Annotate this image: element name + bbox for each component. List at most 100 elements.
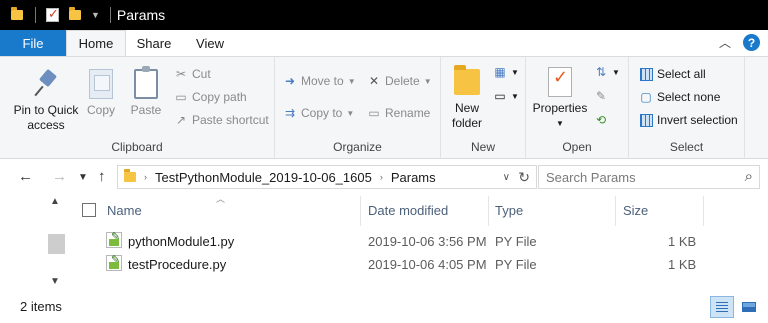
tab-file[interactable]: File	[0, 30, 66, 56]
forward-arrow-icon[interactable]: →	[52, 168, 67, 185]
file-row[interactable]: testProcedure.py 2019-10-06 4:05 PM PY F…	[72, 253, 768, 276]
paste-shortcut-icon: ↗	[175, 113, 187, 127]
file-size: 1 KB	[668, 234, 697, 249]
new-folder-label-2: folder	[451, 116, 483, 130]
file-name: pythonModule1.py	[128, 234, 235, 249]
python-file-icon	[106, 253, 122, 271]
breadcrumb-segment-parent[interactable]: TestPythonModule_2019-10-06_1605	[155, 170, 372, 185]
invert-selection-label: Invert selection	[657, 113, 738, 127]
select-none-button[interactable]: ▢ Select none	[639, 90, 720, 104]
move-to-dropdown-icon: ▼	[347, 76, 356, 86]
new-item-icon: ▦	[494, 65, 506, 79]
new-folder-label-1: New	[454, 101, 479, 115]
invert-selection-button[interactable]: Invert selection	[639, 113, 738, 127]
scroll-down-icon[interactable]: ▼	[50, 276, 60, 287]
history-button[interactable]: ⟲	[594, 113, 612, 127]
open-button[interactable]: ⇅ ▼	[594, 65, 620, 79]
file-date: 2019-10-06 3:56 PM	[368, 234, 487, 249]
customize-quick-access-icon[interactable]: ▼	[91, 10, 100, 20]
column-type[interactable]: Type	[495, 203, 523, 218]
copy-path-icon: ▭	[175, 90, 187, 104]
edit-button[interactable]: ✎	[594, 89, 612, 103]
open-group: Properties ▼ ⇅ ▼ ✎ ⟲ Open	[526, 57, 629, 159]
delete-label: Delete	[385, 74, 420, 88]
refresh-icon[interactable]: ↻	[518, 169, 530, 186]
column-date-modified[interactable]: Date modified	[368, 203, 448, 218]
invert-selection-icon	[639, 113, 653, 127]
copy-button[interactable]: Copy	[84, 69, 118, 118]
select-all-button[interactable]: Select all	[639, 67, 706, 81]
tab-view[interactable]: View	[182, 30, 238, 56]
properties-dropdown-icon: ▼	[556, 119, 564, 128]
properties-quick-icon[interactable]	[46, 6, 59, 22]
move-to-label: Move to	[301, 74, 344, 88]
select-group: Select all ▢ Select none Invert selectio…	[629, 57, 745, 159]
easy-access-button[interactable]: ▭ ▼	[493, 89, 519, 103]
copy-icon	[89, 69, 113, 99]
copy-path-button[interactable]: ▭ Copy path	[174, 90, 246, 104]
move-to-button[interactable]: ➜ Move to ▼	[283, 74, 356, 88]
new-folder-button[interactable]: New folder	[447, 65, 487, 131]
address-dropdown-icon[interactable]: ∨	[503, 172, 510, 183]
edit-icon: ✎	[595, 89, 607, 103]
breadcrumb-chevron-icon[interactable]: ›	[144, 172, 147, 182]
paste-button[interactable]: Paste	[128, 66, 164, 118]
copy-to-dropdown-icon: ▼	[346, 108, 355, 118]
select-group-label: Select	[669, 140, 704, 154]
select-none-icon: ▢	[640, 90, 652, 104]
file-row[interactable]: pythonModule1.py 2019-10-06 3:56 PM PY F…	[72, 230, 768, 253]
title-separator	[35, 7, 36, 23]
copy-label: Copy	[86, 103, 115, 117]
scroll-up-icon[interactable]: ▲	[50, 196, 60, 207]
search-input[interactable]: Search Params	[546, 170, 636, 185]
clipboard-group: Pin to Quick access Copy Paste ✂ Cut ▭ C…	[0, 57, 275, 159]
search-icon[interactable]: ⌕	[745, 168, 753, 185]
new-folder-quick-icon[interactable]	[69, 7, 81, 20]
column-name[interactable]: Name	[107, 203, 142, 218]
select-none-label: Select none	[657, 90, 721, 104]
properties-button[interactable]: Properties ▼	[532, 67, 588, 131]
copy-to-button[interactable]: ⇉ Copy to ▼	[283, 106, 354, 120]
file-size: 1 KB	[668, 257, 697, 272]
new-folder-icon	[454, 65, 480, 95]
address-bar[interactable]: › TestPythonModule_2019-10-06_1605 › Par…	[117, 165, 537, 189]
navigation-bar: ← → ▼ ↑ › TestPythonModule_2019-10-06_16…	[0, 160, 768, 196]
open-icon: ⇅	[595, 65, 607, 79]
pin-to-quick-access-button[interactable]: Pin to Quick access	[10, 69, 82, 133]
tab-home[interactable]: Home	[66, 30, 126, 56]
delete-button[interactable]: ✕ Delete ▼	[367, 74, 432, 88]
breadcrumb-chevron-icon[interactable]: ›	[380, 172, 383, 182]
column-divider[interactable]	[488, 196, 489, 226]
cut-label: Cut	[192, 67, 211, 81]
status-bar: 2 items	[0, 293, 768, 323]
title-bar: ▼ Params	[0, 0, 768, 30]
breadcrumb-segment-current[interactable]: Params	[391, 170, 436, 185]
paste-shortcut-button[interactable]: ↗ Paste shortcut	[174, 113, 269, 127]
up-arrow-icon[interactable]: ↑	[98, 168, 106, 185]
rename-button[interactable]: ▭ Rename	[367, 106, 430, 120]
new-group-label: New	[470, 140, 495, 154]
ribbon-tabs: File Home Share View ︿ ?	[0, 30, 768, 56]
help-icon[interactable]: ?	[743, 34, 760, 51]
back-arrow-icon[interactable]: ←	[18, 168, 33, 185]
new-item-button[interactable]: ▦ ▼	[493, 65, 519, 79]
select-all-checkbox[interactable]	[82, 203, 96, 217]
organize-group-label: Organize	[333, 140, 382, 154]
minimize-ribbon-icon[interactable]: ︿	[719, 34, 731, 51]
column-size[interactable]: Size	[623, 203, 648, 218]
details-view-icon[interactable]	[710, 296, 734, 318]
large-icons-view-icon[interactable]	[738, 296, 760, 318]
column-divider[interactable]	[360, 196, 361, 226]
file-name: testProcedure.py	[128, 257, 227, 272]
pin-label: Pin to Quick access	[13, 103, 79, 132]
delete-icon: ✕	[368, 74, 380, 88]
file-date: 2019-10-06 4:05 PM	[368, 257, 487, 272]
tab-share[interactable]: Share	[126, 30, 182, 56]
search-box[interactable]: Search Params ⌕	[538, 165, 760, 189]
cut-button[interactable]: ✂ Cut	[174, 67, 211, 81]
column-divider[interactable]	[615, 196, 616, 226]
nav-pane-scrollbar-thumb[interactable]	[48, 234, 65, 254]
clipboard-icon	[134, 66, 158, 99]
column-divider[interactable]	[703, 196, 704, 226]
recent-locations-chevron-icon[interactable]: ▼	[78, 172, 88, 183]
